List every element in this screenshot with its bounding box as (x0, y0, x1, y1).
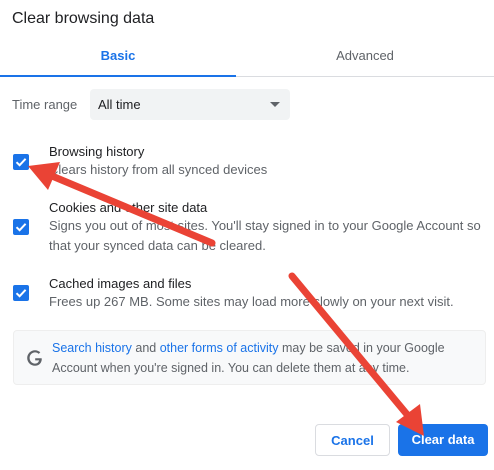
cookies-checkbox[interactable] (13, 219, 29, 235)
time-range-label: Time range (12, 97, 78, 112)
option-description: Clears history from all synced devices (49, 162, 268, 177)
info-text-part: and (131, 341, 160, 355)
dialog-title: Clear browsing data (12, 10, 155, 27)
browsing-history-checkbox[interactable] (13, 154, 29, 170)
option-title: Cached images and files (49, 276, 192, 291)
cancel-button[interactable]: Cancel (315, 424, 390, 456)
account-info-box: Search history and other forms of activi… (13, 330, 486, 385)
clear-browsing-data-dialog: Clear browsing data Basic Advanced Time … (0, 0, 494, 470)
tab-basic[interactable]: Basic (0, 36, 236, 77)
search-history-link[interactable]: Search history (52, 341, 132, 355)
info-text: Search history and other forms of activi… (52, 338, 482, 378)
checkmark-icon (15, 289, 27, 298)
checkmark-icon (15, 158, 27, 167)
clear-data-button[interactable]: Clear data (398, 424, 488, 456)
option-title: Cookies and other site data (49, 200, 208, 215)
cached-images-checkbox[interactable] (13, 285, 29, 301)
time-range-value: All time (98, 97, 141, 112)
other-activity-link[interactable]: other forms of activity (160, 341, 279, 355)
checkmark-icon (15, 223, 27, 232)
option-description: Signs you out of most sites. You'll stay… (49, 218, 481, 253)
tab-bar: Basic Advanced (0, 36, 494, 77)
option-title: Browsing history (49, 144, 145, 159)
time-range-select[interactable]: All time (90, 89, 290, 120)
tab-advanced[interactable]: Advanced (236, 36, 494, 76)
google-g-icon (27, 350, 42, 366)
option-description: Frees up 267 MB. Some sites may load mor… (49, 294, 454, 309)
chevron-down-icon (270, 102, 280, 107)
